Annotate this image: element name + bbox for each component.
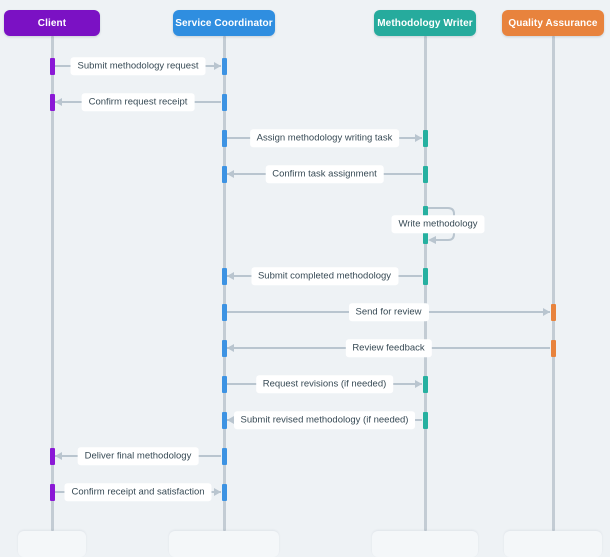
message-label: Confirm receipt and satisfaction <box>64 483 212 501</box>
arrow-head-right <box>214 62 221 70</box>
message-label: Confirm task assignment <box>265 165 384 183</box>
message-label: Request revisions (if needed) <box>255 375 394 393</box>
activation-bar-coord <box>221 166 227 183</box>
activation-bar-coord <box>221 58 227 75</box>
actor-header-qa[interactable]: Quality Assurance <box>502 10 604 36</box>
actor-label: Quality Assurance <box>508 17 598 29</box>
activation-bar-coord <box>221 376 227 393</box>
activation-bar-writer <box>422 412 428 429</box>
actor-footer-client[interactable] <box>18 531 86 557</box>
lifeline-qa <box>551 36 555 531</box>
activation-bar-coord <box>221 412 227 429</box>
message-label: Submit revised methodology (if needed) <box>233 411 416 429</box>
activation-bar-coord <box>221 268 227 285</box>
actor-header-coord[interactable]: Service Coordinator <box>173 10 275 36</box>
actor-header-client[interactable]: Client <box>4 10 100 36</box>
activation-bar-writer <box>422 268 428 285</box>
message-label: Review feedback <box>345 339 432 357</box>
message-label: Submit methodology request <box>70 57 206 75</box>
arrow-head-left <box>227 272 234 280</box>
message-label: Confirm request receipt <box>81 93 195 111</box>
arrow-head-left <box>227 344 234 352</box>
activation-bar-coord <box>221 484 227 501</box>
activation-bar-client <box>49 94 55 111</box>
sequence-diagram-canvas: Submit methodology request Confirm reques… <box>0 0 610 557</box>
activation-bar-coord <box>221 448 227 465</box>
arrow-head-right <box>214 488 221 496</box>
message-label: Submit completed methodology <box>250 267 399 285</box>
activation-bar-client <box>49 448 55 465</box>
activation-bar-coord <box>221 94 227 111</box>
activation-bar-writer <box>422 166 428 183</box>
activation-bar-client <box>49 58 55 75</box>
activation-bar-client <box>49 484 55 501</box>
activation-bar-coord <box>221 130 227 147</box>
actor-label: Service Coordinator <box>175 17 273 29</box>
activation-bar-coord <box>221 340 227 357</box>
actor-footer-coord[interactable] <box>169 531 279 557</box>
message-label: Deliver final methodology <box>77 447 199 465</box>
activation-bar-writer <box>422 376 428 393</box>
activation-bar-writer <box>422 130 428 147</box>
actor-label: Methodology Writer <box>377 17 473 29</box>
message-label: Write methodology <box>391 215 485 233</box>
arrow-head-right <box>415 380 422 388</box>
activation-bar-coord <box>221 304 227 321</box>
actor-header-writer[interactable]: Methodology Writer <box>374 10 476 36</box>
actor-footer-qa[interactable] <box>504 531 602 557</box>
message-label: Assign methodology writing task <box>249 129 400 147</box>
arrow-head-right <box>415 134 422 142</box>
arrow-head-left <box>55 98 62 106</box>
arrow-head-right <box>543 308 550 316</box>
arrow-head-left <box>227 170 234 178</box>
message-label: Send for review <box>348 303 429 321</box>
activation-bar-qa <box>550 304 556 321</box>
arrow-head-left <box>55 452 62 460</box>
actor-footer-writer[interactable] <box>372 531 478 557</box>
actor-label: Client <box>37 17 67 29</box>
activation-bar-qa <box>550 340 556 357</box>
